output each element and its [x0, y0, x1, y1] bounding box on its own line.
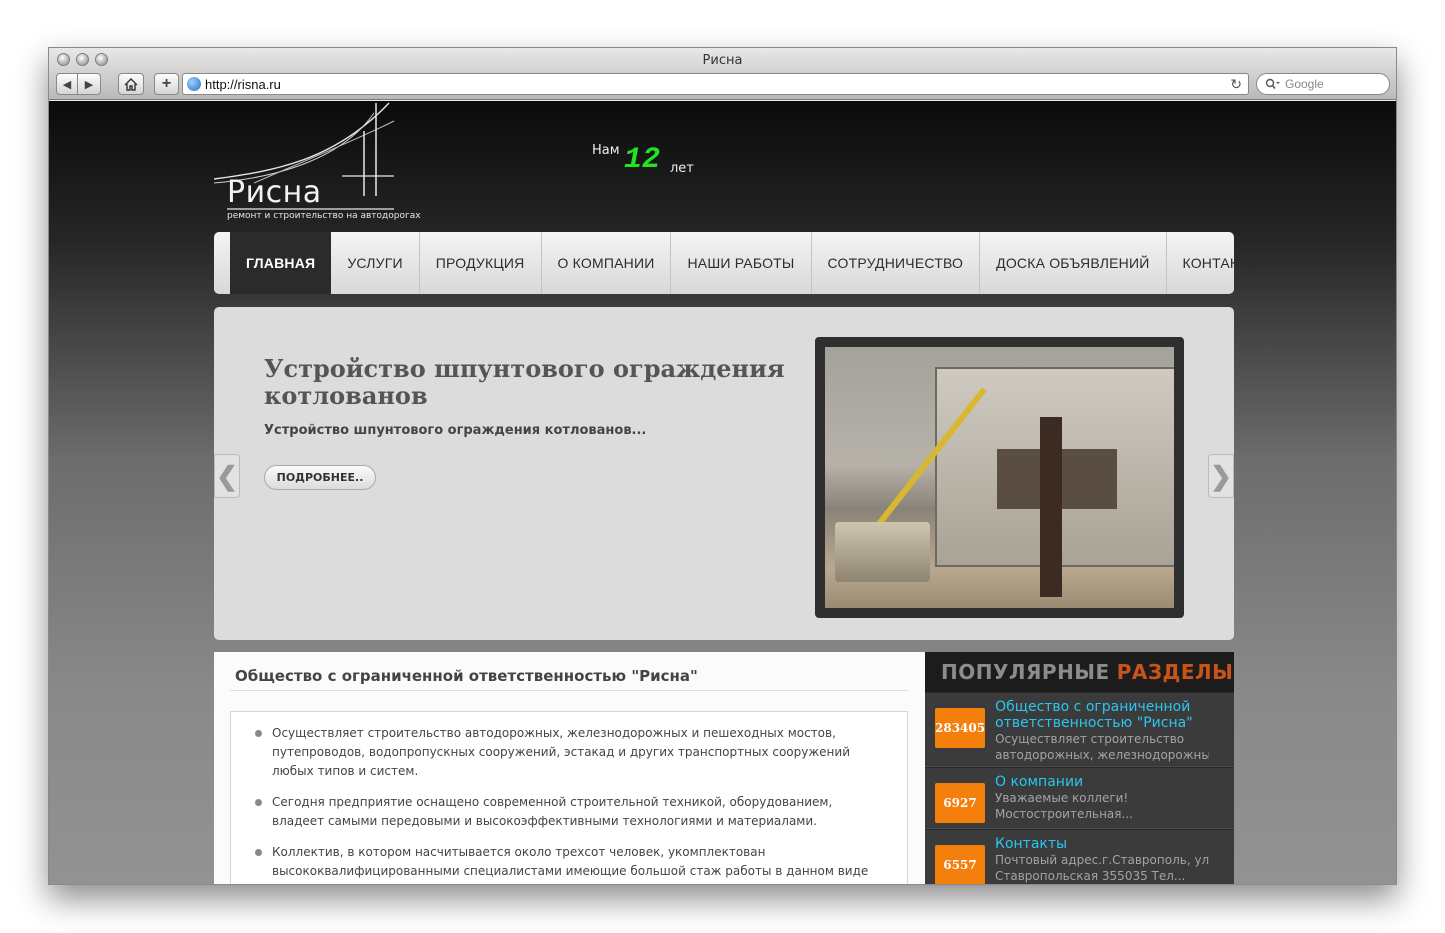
- slide-text: Устройство шпунтового ограждения котлова…: [264, 423, 647, 438]
- popular-item-desc: Уважаемые коллеги!: [995, 791, 1129, 805]
- years-number: 12: [624, 143, 661, 177]
- popular-heading-word2: РАЗДЕЛЫ: [1116, 660, 1234, 684]
- photo-pile: [1040, 417, 1062, 597]
- popular-item-text: Контакты Почтовый адрес.г.Ставрополь, ул…: [995, 836, 1209, 883]
- popular-sections: ПОПУЛЯРНЫЕ РАЗДЕЛЫ 283405 Общество с огр…: [925, 652, 1234, 884]
- search-field[interactable]: Google: [1256, 73, 1390, 95]
- nav-item-home[interactable]: ГЛАВНАЯ: [230, 232, 332, 294]
- nav-item-products[interactable]: ПРОДУКЦИЯ: [420, 232, 542, 294]
- popular-item-desc: Мостостроительная...: [995, 807, 1133, 821]
- popular-item-desc: Ставропольская 355035 Тел...: [995, 869, 1186, 883]
- list-item-text: Сегодня предприятие оснащено современной…: [272, 795, 833, 828]
- popular-item-text: О компании Уважаемые коллеги! Мостострои…: [995, 774, 1209, 822]
- plus-icon: +: [161, 75, 172, 92]
- nav-item-services[interactable]: УСЛУГИ: [331, 232, 420, 294]
- slide-title[interactable]: Устройство шпунтового ограждения котлова…: [264, 355, 804, 409]
- forward-arrow-icon: ▶: [84, 78, 94, 91]
- back-button[interactable]: ◀: [56, 73, 78, 95]
- browser-window: Риcна ◀ ▶ + http://risna.ru ↻ Google Рис…: [48, 47, 1397, 885]
- popular-item[interactable]: 6927 О компании Уважаемые коллеги! Мосто…: [925, 767, 1234, 829]
- popular-heading: ПОПУЛЯРНЫЕ РАЗДЕЛЫ: [925, 652, 1234, 692]
- logo-subtitle: ремонт и строительство на автодорогах: [227, 211, 421, 221]
- popular-item-desc: автодорожных, железнодорожных...: [995, 748, 1210, 762]
- slide-photo[interactable]: [825, 347, 1174, 608]
- reload-icon[interactable]: ↻: [1230, 76, 1242, 93]
- web-page: Рисна ремонт и строительство на автодоро…: [49, 101, 1396, 884]
- list-item-text: Осуществляет строительство автодорожных,…: [272, 726, 850, 778]
- list-item: Сегодня предприятие оснащено современной…: [255, 793, 887, 831]
- years-counter: Нам 12 лет: [592, 143, 694, 177]
- nav-item-works[interactable]: НАШИ РАБОТЫ: [671, 232, 812, 294]
- read-more-button[interactable]: ПОДРОБНЕЕ..: [264, 465, 376, 490]
- home-icon: [124, 77, 138, 91]
- titlebar: Риcна ◀ ▶ + http://risna.ru ↻ Google: [49, 48, 1396, 100]
- slide-image-frame: [815, 337, 1184, 618]
- years-prefix: Нам: [592, 143, 620, 158]
- article-list: Осуществляет строительство автодорожных,…: [231, 712, 907, 884]
- chevron-left-icon: ❮: [216, 460, 238, 491]
- years-suffix: лет: [670, 161, 694, 176]
- popular-item[interactable]: 283405 Общество с ограниченной ответстве…: [925, 692, 1234, 767]
- popular-item-link[interactable]: О компании: [995, 774, 1209, 790]
- popular-heading-word1: ПОПУЛЯРНЫЕ: [941, 660, 1110, 684]
- address-bar[interactable]: http://risna.ru ↻: [182, 73, 1249, 95]
- popular-item-desc: Осуществляет строительство: [995, 732, 1185, 746]
- featured-slider: ❮ Устройство шпунтового ограждения котло…: [214, 307, 1234, 640]
- views-badge: 6557: [935, 845, 985, 884]
- url-text: http://risna.ru: [205, 76, 281, 92]
- popular-item-link[interactable]: Контакты: [995, 836, 1209, 852]
- nav-item-contacts[interactable]: КОНТАКТЫ: [1167, 232, 1276, 294]
- search-icon: [1265, 78, 1280, 90]
- site-logo[interactable]: Рисна ремонт и строительство на автодоро…: [214, 101, 454, 226]
- forward-button[interactable]: ▶: [78, 73, 101, 95]
- globe-icon: [187, 77, 201, 91]
- photo-truck: [835, 522, 930, 582]
- popular-item-text: Общество с ограниченной ответственностью…: [995, 699, 1234, 762]
- slider-prev-button[interactable]: ❮: [214, 454, 240, 498]
- back-arrow-icon: ◀: [62, 78, 72, 91]
- popular-item-link[interactable]: Общество с ограниченной ответственностью…: [995, 699, 1234, 731]
- popular-item-desc: Почтовый адрес.г.Ставрополь, ул.: [995, 853, 1209, 867]
- list-item-text: Коллектив, в котором насчитывается около…: [272, 845, 869, 884]
- nav-item-board[interactable]: ДОСКА ОБЪЯВЛЕНИЙ: [980, 232, 1167, 294]
- article-divider: [230, 690, 908, 691]
- popular-item[interactable]: 6557 Контакты Почтовый адрес.г.Ставропол…: [925, 829, 1234, 884]
- views-badge: 283405: [935, 708, 986, 748]
- home-button[interactable]: [118, 73, 144, 95]
- main-navigation: ГЛАВНАЯ УСЛУГИ ПРОДУКЦИЯ О КОМПАНИИ НАШИ…: [214, 232, 1259, 294]
- list-item: Осуществляет строительство автодорожных,…: [255, 724, 887, 781]
- bullet-icon: [255, 799, 262, 806]
- article-box: Осуществляет строительство автодорожных,…: [230, 711, 908, 884]
- nav-item-about[interactable]: О КОМПАНИИ: [542, 232, 672, 294]
- logo-title: Рисна: [227, 175, 322, 210]
- slider-next-button[interactable]: ❯: [1208, 454, 1234, 498]
- search-placeholder: Google: [1285, 77, 1324, 91]
- article-heading: Общество с ограниченной ответственностью…: [235, 667, 698, 685]
- nav-item-cooperation[interactable]: СОТРУДНИЧЕСТВО: [812, 232, 981, 294]
- bullet-icon: [255, 849, 262, 856]
- bullet-icon: [255, 730, 262, 737]
- chevron-right-icon: ❯: [1210, 460, 1232, 491]
- views-badge: 6927: [935, 783, 985, 823]
- company-article: Общество с ограниченной ответственностью…: [214, 652, 925, 884]
- add-bookmark-button[interactable]: +: [154, 73, 179, 95]
- list-item: Коллектив, в котором насчитывается около…: [255, 843, 887, 884]
- window-title: Риcна: [702, 53, 743, 68]
